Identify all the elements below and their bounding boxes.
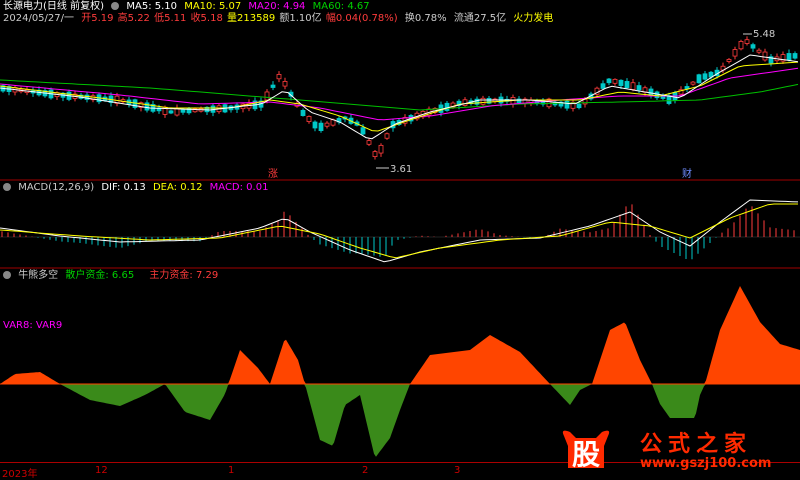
candle-body [462, 99, 468, 106]
oscillator-positive-area [0, 286, 800, 384]
candle-body [702, 73, 708, 80]
candle-body [630, 82, 636, 90]
candle-body [366, 140, 372, 145]
candle-body [564, 100, 570, 109]
candle-body [384, 133, 390, 139]
low-price-label: 3.61 [390, 164, 412, 175]
candle-body [318, 122, 324, 132]
candle-body [786, 53, 792, 61]
high-price-label: 5.48 [753, 29, 775, 40]
main-fund: 主力资金: 7.29 [149, 270, 219, 281]
time-label-3: 1 [228, 465, 235, 476]
time-label-4: 2 [362, 465, 369, 476]
macd-value: MACD: 0.01 [209, 182, 269, 193]
candle-body [324, 122, 330, 127]
macd-settings-dot-icon[interactable] [3, 183, 11, 191]
macd-dif: DIF: 0.13 [101, 182, 146, 193]
osc-title: 牛熊多空 [18, 270, 59, 281]
candle-body [636, 85, 642, 91]
time-label-1: 2023年 [2, 469, 38, 480]
candle-body [738, 41, 744, 50]
candle-body [276, 74, 282, 80]
macd-header: MACD(12,26,9) DIF: 0.13 DEA: 0.12 MACD: … [3, 182, 272, 194]
ma5-line [0, 54, 799, 140]
candle-body [726, 59, 732, 62]
candle-body [756, 49, 762, 53]
watermark-site-name: 公式之家 [640, 432, 753, 457]
event-marker-2: 财 [682, 167, 692, 180]
candle-body [690, 81, 696, 85]
chart-canvas[interactable]: 5.48 3.61 涨 财 [0, 0, 800, 462]
osc-header: 牛熊多空 散户资金: 6.65 主力资金: 7.29 [3, 270, 222, 282]
macd-dea: DEA: 0.12 [152, 182, 203, 193]
candle-body [480, 97, 486, 105]
candle-body [600, 83, 606, 89]
candle-body [312, 121, 318, 129]
watermark-logo-char: 股 [572, 438, 600, 471]
macd-title: MACD(12,26,9) [18, 182, 95, 193]
candle-body [624, 81, 630, 89]
macd-histogram [1, 204, 795, 260]
candle-body [612, 78, 618, 84]
high-price-marker: 5.48 [743, 29, 775, 40]
low-price-marker: 3.61 [376, 164, 412, 175]
ma20-line [0, 67, 799, 121]
candle-body [144, 102, 150, 111]
candle-body [732, 49, 738, 57]
dif-line [0, 199, 799, 263]
candle-body [684, 86, 690, 89]
candle-body [264, 91, 270, 101]
candle-body [360, 127, 366, 135]
candle-body [744, 39, 750, 44]
retail-fund: 散户资金: 6.65 [65, 270, 135, 281]
candle-body [444, 102, 450, 111]
candle-body [606, 78, 612, 84]
candle-body [282, 81, 288, 87]
candle-body [792, 53, 798, 59]
candle-body [696, 74, 702, 84]
candle-body [666, 95, 672, 104]
time-label-2: 12 [95, 465, 108, 476]
candle-body [618, 79, 624, 86]
candle-body [168, 110, 174, 114]
watermark-url: www.gszj100.com [640, 456, 772, 471]
var-label: VAR8: VAR9 [3, 320, 63, 331]
candle-body [750, 44, 756, 49]
dea-line [0, 203, 798, 259]
candle-body [180, 109, 186, 113]
candle-body [576, 103, 582, 109]
candle-body [270, 84, 276, 88]
candle-body [762, 51, 768, 61]
candle-body [378, 144, 384, 154]
osc-settings-dot-icon[interactable] [3, 271, 11, 279]
time-label-5: 3 [454, 465, 461, 476]
event-marker-1: 涨 [268, 168, 278, 180]
watermark-logo: 股 [560, 428, 612, 472]
watermark: 股 公式之家 www.gszj100.com [556, 428, 800, 476]
candle-body [300, 110, 306, 116]
candle-body [306, 116, 312, 122]
candle-body [372, 151, 378, 157]
